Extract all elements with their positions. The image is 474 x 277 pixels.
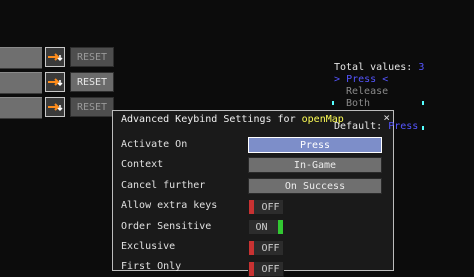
toggle-state: OFF [261,242,280,254]
total-values-line: Total values: 3 [334,62,424,74]
tooltip-corner-mark [422,126,424,130]
arrow-settings-icon [48,78,63,87]
total-values-label: Total values: [334,62,413,73]
panel-title-text: Advanced Keybind Settings for [121,114,296,125]
setting-label: Context [121,159,164,170]
tooltip-corner-mark [332,101,334,105]
allow-extra-keys-toggle[interactable]: OFF [248,199,284,215]
toggle-on-indicator [278,220,283,234]
arrow-settings-icon [48,53,63,62]
tooltip-corner-mark [422,101,424,105]
exclusive-toggle[interactable]: OFF [248,240,284,256]
total-values-count: 3 [418,62,425,73]
context-button[interactable]: In-Game [248,157,382,173]
reset-button[interactable]: RESET [70,72,114,92]
setting-label: Exclusive [121,241,176,252]
default-label: Default: [334,121,383,132]
setting-label: Cancel further [121,180,206,191]
advanced-settings-button[interactable] [45,47,65,67]
toggle-off-indicator [249,241,254,255]
toggle-state: ON [255,221,268,233]
setting-label: Order Sensitive [121,221,212,232]
option-release: Release [346,86,389,97]
setting-label: First Only [121,261,182,272]
keybind-row-strip [0,97,42,119]
selected-value: Press [346,74,377,85]
advanced-keybind-panel: Advanced Keybind Settings for openMap × … [112,110,394,277]
order-sensitive-toggle[interactable]: ON [248,219,284,235]
arrow-settings-icon [48,103,63,112]
reset-button[interactable]: RESET [70,97,114,117]
keybind-row-strip [0,72,42,94]
cancel-further-button[interactable]: On Success [248,178,382,194]
toggle-off-indicator [249,262,254,276]
toggle-state: OFF [261,263,280,275]
setting-label: Activate On [121,139,188,150]
toggle-off-indicator [249,200,254,214]
first-only-toggle[interactable]: OFF [248,261,284,277]
option-both: Both [346,98,371,109]
activate-on-button[interactable]: Press [248,137,382,153]
default-value-line: Default: Press [334,121,418,133]
setting-label: Allow extra keys [121,200,218,211]
panel-title: Advanced Keybind Settings for openMap [121,114,344,125]
advanced-settings-button[interactable] [45,97,65,117]
default-value: Press [388,121,419,132]
toggle-state: OFF [261,201,280,213]
selected-value-line: > Press < [334,74,424,86]
values-info: Total values: 3 > Press < Release Both [334,62,424,110]
advanced-settings-button[interactable] [45,72,65,92]
keybind-row-strip [0,47,42,69]
selected-marker: > [334,74,341,85]
selected-marker-end: < [382,74,389,85]
reset-button[interactable]: RESET [70,47,114,67]
